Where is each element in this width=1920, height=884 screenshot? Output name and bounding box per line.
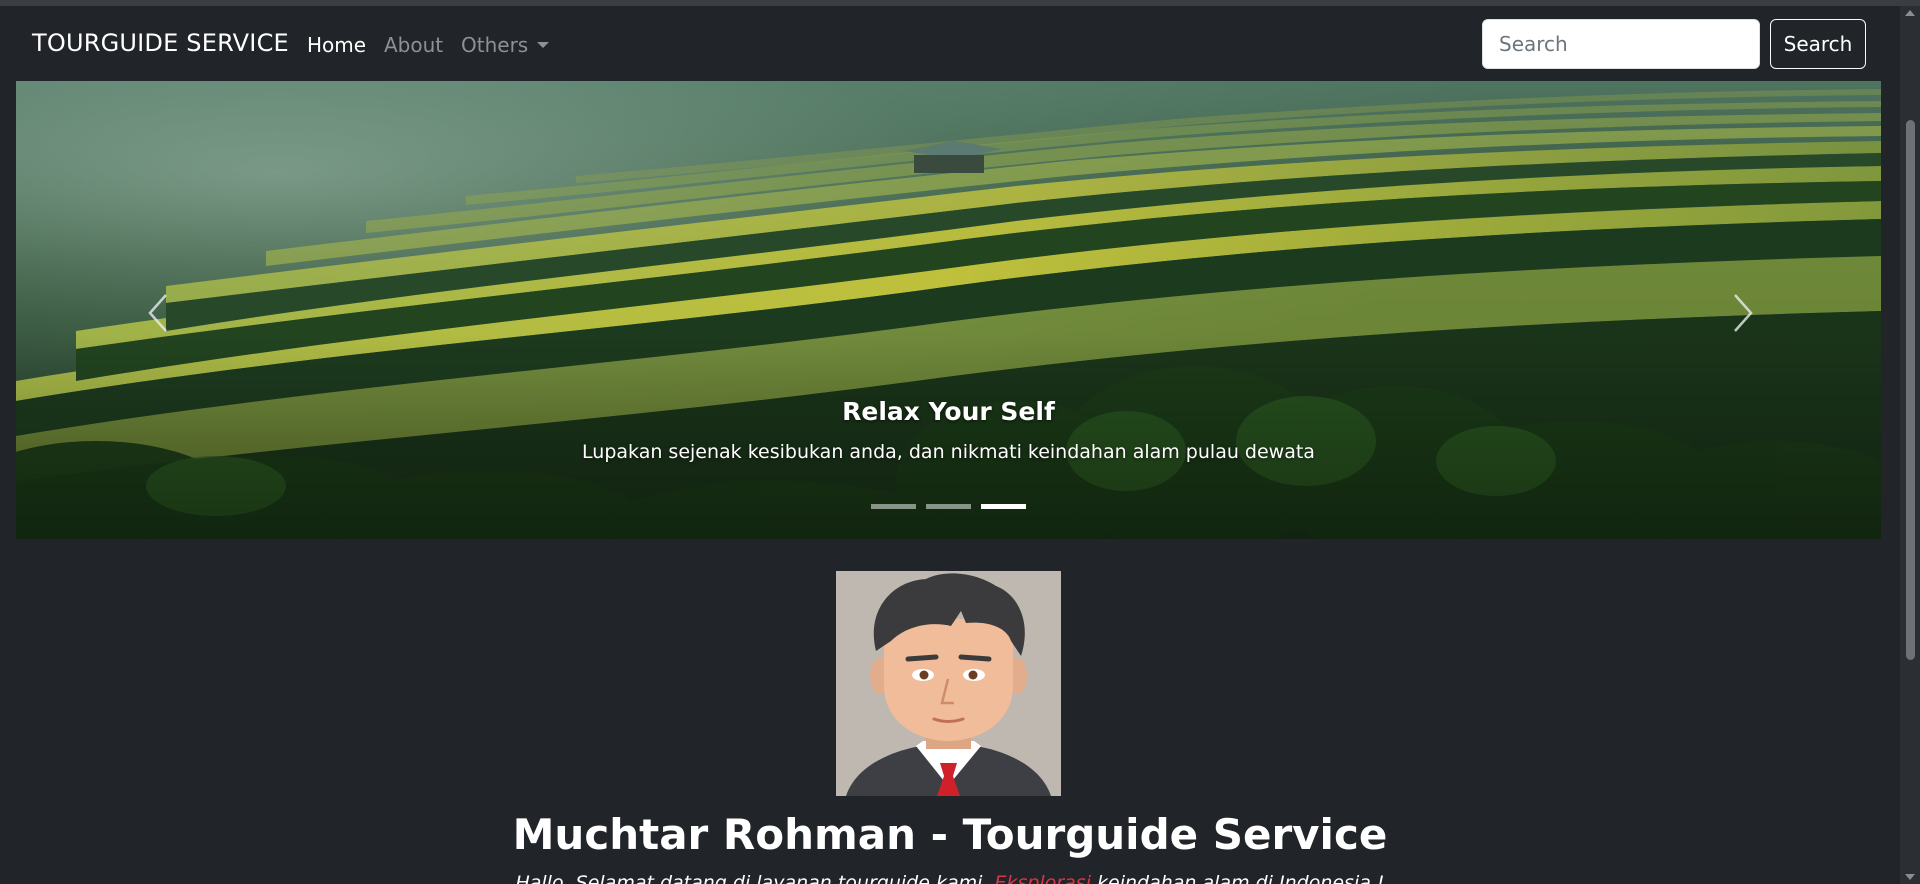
intro-text: Hallo, Selamat datang di layanan tourgui…: [0, 872, 1900, 884]
carousel-caption-text: Lupakan sejenak kesibukan anda, dan nikm…: [582, 441, 1315, 463]
scroll-down-arrow-icon[interactable]: [1905, 874, 1915, 880]
avatar: [836, 571, 1061, 796]
carousel-prev-button[interactable]: [144, 291, 174, 335]
avatar-illustration: [836, 571, 1061, 796]
intro-text-before: Hallo, Selamat datang di layanan tourgui…: [515, 872, 995, 884]
scrollbar-thumb[interactable]: [1906, 120, 1915, 660]
page-title: Muchtar Rohman - Tourguide Service: [512, 810, 1388, 859]
chevron-left-icon: [148, 294, 167, 332]
carousel-indicator-3[interactable]: [981, 504, 1026, 509]
navbar-brand[interactable]: TOURGUIDE SERVICE: [32, 29, 289, 57]
carousel-indicator-1[interactable]: [871, 504, 916, 509]
carousel-indicators: [871, 504, 1041, 510]
carousel-indicator-2[interactable]: [926, 504, 971, 509]
nav-dropdown-others-label: Others: [461, 33, 529, 57]
page: TOURGUIDE SERVICE Home About Others Sear…: [0, 6, 1900, 884]
carousel-next-button[interactable]: [1727, 291, 1757, 335]
search-button[interactable]: Search: [1770, 19, 1866, 69]
search-input[interactable]: [1482, 19, 1760, 69]
nav-link-about[interactable]: About: [384, 33, 443, 57]
carousel-caption-title: Relax Your Self: [842, 397, 1055, 426]
nav-dropdown-others[interactable]: Others: [461, 33, 550, 57]
chevron-right-icon: [1734, 294, 1753, 332]
scroll-up-arrow-icon[interactable]: [1905, 10, 1915, 16]
intro-highlight: Eksplorasi: [994, 872, 1091, 884]
navbar: TOURGUIDE SERVICE Home About Others Sear…: [0, 6, 1900, 81]
caret-down-icon: [537, 42, 550, 48]
vertical-scrollbar[interactable]: [1900, 6, 1920, 884]
hero-carousel: Relax Your Self Lupakan sejenak kesibuka…: [16, 81, 1881, 539]
nav-link-home[interactable]: Home: [307, 33, 366, 57]
carousel-shade: [16, 81, 1881, 539]
intro-text-after: keindahan alam di Indonesia !: [1090, 872, 1385, 884]
